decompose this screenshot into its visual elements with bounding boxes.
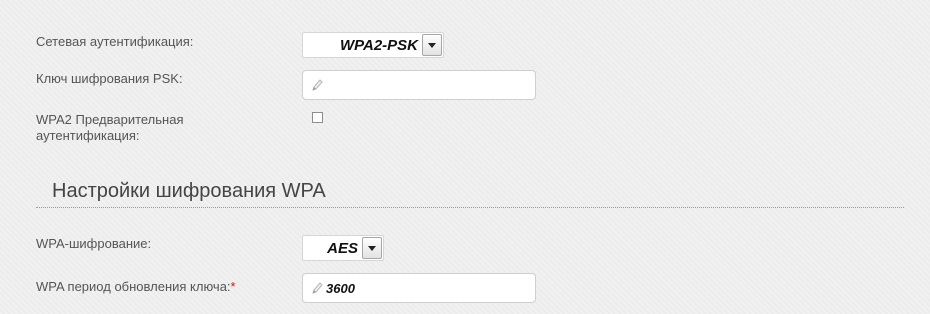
section-divider — [36, 207, 904, 208]
cipher-select-value: AES — [327, 239, 358, 257]
cipher-select[interactable]: AES — [302, 235, 384, 261]
pencil-icon — [312, 282, 323, 294]
section-title: Настройки шифрования WPA — [52, 180, 326, 202]
auth-select[interactable]: WPA2-PSK — [302, 32, 444, 58]
rekey-input-value: 3600 — [326, 280, 355, 296]
settings-panel: Сетевая аутентификация: WPA2-PSK Ключ ши… — [0, 0, 930, 314]
pencil-icon — [312, 79, 323, 91]
preauth-checkbox[interactable] — [312, 112, 323, 123]
chevron-down-icon[interactable] — [422, 34, 442, 56]
psk-label: Ключ шифрования PSK: — [36, 71, 183, 86]
preauth-label-line2: аутентификация: — [36, 128, 140, 143]
rekey-label-text: WPA период обновления ключа: — [36, 279, 231, 294]
preauth-label: WPA2 Предварительная аутентификация: — [36, 112, 184, 144]
required-marker: * — [230, 279, 236, 294]
cipher-label: WPA-шифрование: — [36, 236, 152, 251]
psk-input[interactable] — [302, 70, 536, 100]
chevron-down-icon[interactable] — [362, 237, 382, 259]
rekey-label: WPA период обновления ключа:* — [36, 279, 236, 295]
rekey-input[interactable]: 3600 — [302, 273, 536, 303]
auth-select-value: WPA2-PSK — [339, 36, 418, 54]
preauth-label-line1: WPA2 Предварительная — [36, 112, 184, 127]
auth-label: Сетевая аутентификация: — [36, 34, 194, 49]
